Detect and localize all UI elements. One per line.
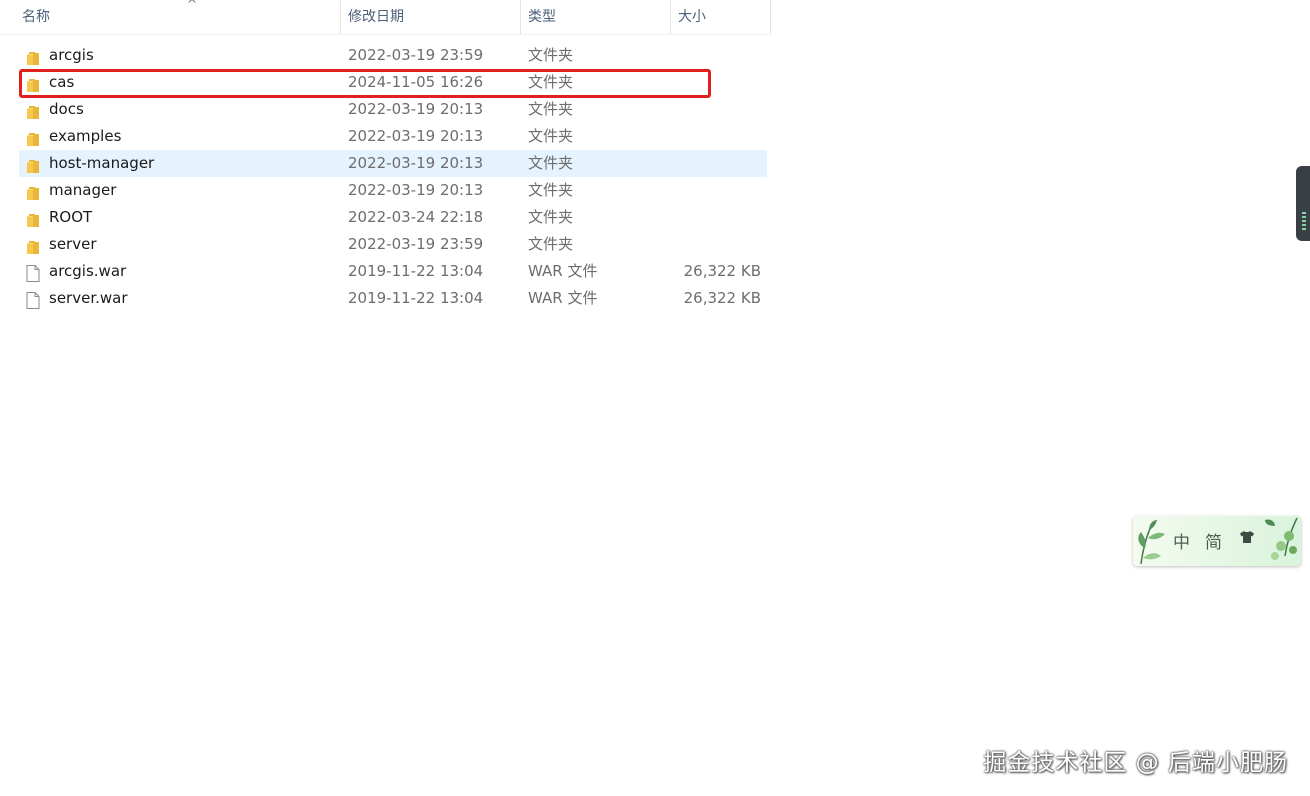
folder-icon [26,156,40,173]
file-modified-date: 2022-03-19 20:13 [348,127,484,145]
file-type: WAR 文件 [528,289,598,307]
file-modified-date: 2022-03-19 23:59 [348,46,484,64]
file-name: docs [49,100,84,118]
file-modified-date: 2022-03-19 23:59 [348,235,484,253]
column-header-date[interactable]: 修改日期 [341,0,521,34]
file-modified-date: 2022-03-19 20:13 [348,154,484,172]
file-row[interactable]: host-manager 2022-03-19 20:13 文件夹 [19,150,767,177]
folder-icon [26,210,40,227]
folder-icon [26,237,40,254]
column-header-type-label: 类型 [528,9,556,25]
file-type: 文件夹 [528,100,574,118]
side-scroll-handle[interactable] [1296,166,1310,241]
file-modified-date: 2019-11-22 13:04 [348,289,484,307]
file-name: arcgis [49,46,94,64]
file-row[interactable]: server 2022-03-19 23:59 文件夹 [19,231,767,258]
file-row[interactable]: examples 2022-03-19 20:13 文件夹 [19,123,767,150]
ime-mode-toggle[interactable]: 中 [1173,528,1190,553]
folder-icon [26,102,40,119]
column-header-size[interactable]: 大小 [671,0,771,34]
file-type: 文件夹 [528,46,574,64]
file-type: 文件夹 [528,154,574,172]
file-name: server [49,235,97,253]
file-icon [26,291,40,309]
file-row[interactable]: server.war 2019-11-22 13:04 WAR 文件 26,322 K… [19,285,767,312]
file-icon [26,264,40,282]
file-name: ROOT [49,208,93,226]
file-row[interactable]: ROOT 2022-03-24 22:18 文件夹 [19,204,767,231]
column-header-name-label: 名称 [22,9,50,25]
column-header-type[interactable]: 类型 [521,0,671,34]
watermark-text: 掘金技术社区 @ 后端小肥肠 [983,750,1288,776]
file-type: 文件夹 [528,181,574,199]
file-name: host-manager [49,154,155,172]
file-size: 26,322 KB [683,262,761,280]
column-header-date-label: 修改日期 [348,9,404,25]
file-type: WAR 文件 [528,262,598,280]
folder-icon [26,48,40,65]
file-row[interactable]: arcgis 2022-03-19 23:59 文件夹 [19,42,767,69]
file-modified-date: 2022-03-19 20:13 [348,181,484,199]
file-type: 文件夹 [528,127,574,145]
file-size: 26,322 KB [683,289,761,307]
highlight-annotation [19,69,711,98]
file-name: manager [49,181,117,199]
folder-icon [26,129,40,146]
column-header-size-label: 大小 [678,9,706,25]
column-header-bar: 名称 ^ 修改日期 类型 大小 [0,0,771,35]
ime-script-toggle[interactable]: 简 [1205,528,1222,553]
file-row[interactable]: arcgis.war 2019-11-22 13:04 WAR 文件 26,322 K… [19,258,767,285]
file-name: arcgis.war [49,262,127,280]
file-row[interactable]: docs 2022-03-19 20:13 文件夹 [19,96,767,123]
leaf-decoration-icon [1138,520,1165,565]
file-name: server.war [49,289,128,307]
file-type: 文件夹 [528,235,574,253]
file-modified-date: 2022-03-24 22:18 [348,208,484,226]
file-name: examples [49,127,122,145]
leaf-cluster-icon [1265,517,1298,560]
sort-ascending-icon: ^ [187,0,198,11]
folder-icon [26,183,40,200]
ime-toolbar[interactable]: 中 简 [1133,516,1301,566]
file-row[interactable]: manager 2022-03-19 20:13 文件夹 [19,177,767,204]
file-type: 文件夹 [528,208,574,226]
file-modified-date: 2022-03-19 20:13 [348,100,484,118]
column-header-name[interactable]: 名称 ^ [15,0,341,34]
file-modified-date: 2019-11-22 13:04 [348,262,484,280]
